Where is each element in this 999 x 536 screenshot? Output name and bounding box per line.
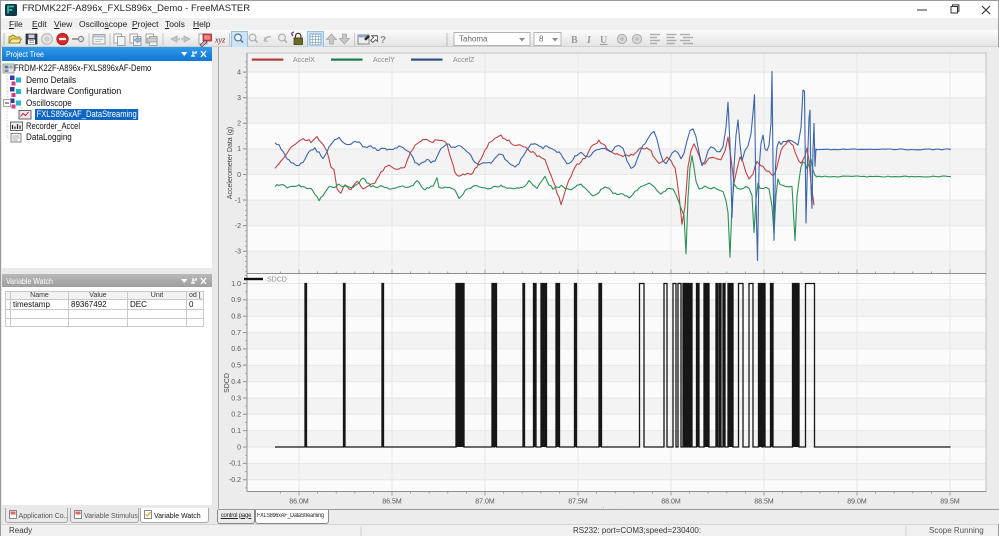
svg-text:0.2: 0.2 xyxy=(231,412,241,419)
svg-text:1.0: 1.0 xyxy=(231,281,241,288)
svg-text:1: 1 xyxy=(237,146,241,153)
svg-text:86.0M: 86.0M xyxy=(289,499,309,506)
svg-text:Accelerometer Data (g): Accelerometer Data (g) xyxy=(227,127,234,199)
svg-text:U: U xyxy=(600,35,607,46)
svg-text:AccelY: AccelY xyxy=(373,57,395,64)
svg-text:SDCD: SDCD xyxy=(224,373,231,393)
svg-text:-2: -2 xyxy=(235,223,241,230)
svg-text:AccelZ: AccelZ xyxy=(453,57,475,64)
svg-text:?: ? xyxy=(380,35,386,46)
svg-text:Tahoma: Tahoma xyxy=(459,35,488,44)
svg-text:xyz: xyz xyxy=(214,36,226,45)
svg-text:4: 4 xyxy=(237,69,241,76)
svg-text:0.5: 0.5 xyxy=(231,363,241,370)
svg-text:-1: -1 xyxy=(235,197,241,204)
svg-text:0: 0 xyxy=(237,444,241,451)
svg-text:-3: -3 xyxy=(235,249,241,256)
svg-text:0: 0 xyxy=(237,172,241,179)
svg-text:0.6: 0.6 xyxy=(231,346,241,353)
svg-text:0.8: 0.8 xyxy=(231,314,241,321)
svg-text:0.7: 0.7 xyxy=(231,330,241,337)
svg-text:0.3: 0.3 xyxy=(231,395,241,402)
svg-text:89.5M: 89.5M xyxy=(940,499,960,506)
svg-text:2: 2 xyxy=(237,121,241,128)
svg-text:I: I xyxy=(586,35,592,46)
svg-text:SDCD: SDCD xyxy=(267,277,287,284)
svg-text:86.5M: 86.5M xyxy=(382,499,402,506)
svg-text:88.0M: 88.0M xyxy=(661,499,681,506)
svg-text:timestamp: timestamp xyxy=(601,508,633,509)
svg-text:89.0M: 89.0M xyxy=(847,499,867,506)
svg-text:88.5M: 88.5M xyxy=(754,499,774,506)
svg-text:87.5M: 87.5M xyxy=(568,499,588,506)
svg-text:0.4: 0.4 xyxy=(231,379,241,386)
svg-text:0.9: 0.9 xyxy=(231,297,241,304)
svg-text:-0.1: -0.1 xyxy=(229,461,241,468)
svg-text:0.1: 0.1 xyxy=(231,428,241,435)
svg-text:AccelX: AccelX xyxy=(293,57,315,64)
svg-text:87.0M: 87.0M xyxy=(475,499,495,506)
svg-text:3: 3 xyxy=(237,95,241,102)
svg-text:8: 8 xyxy=(539,35,544,44)
svg-text:-0.2: -0.2 xyxy=(229,477,241,484)
svg-text:B: B xyxy=(571,35,578,46)
